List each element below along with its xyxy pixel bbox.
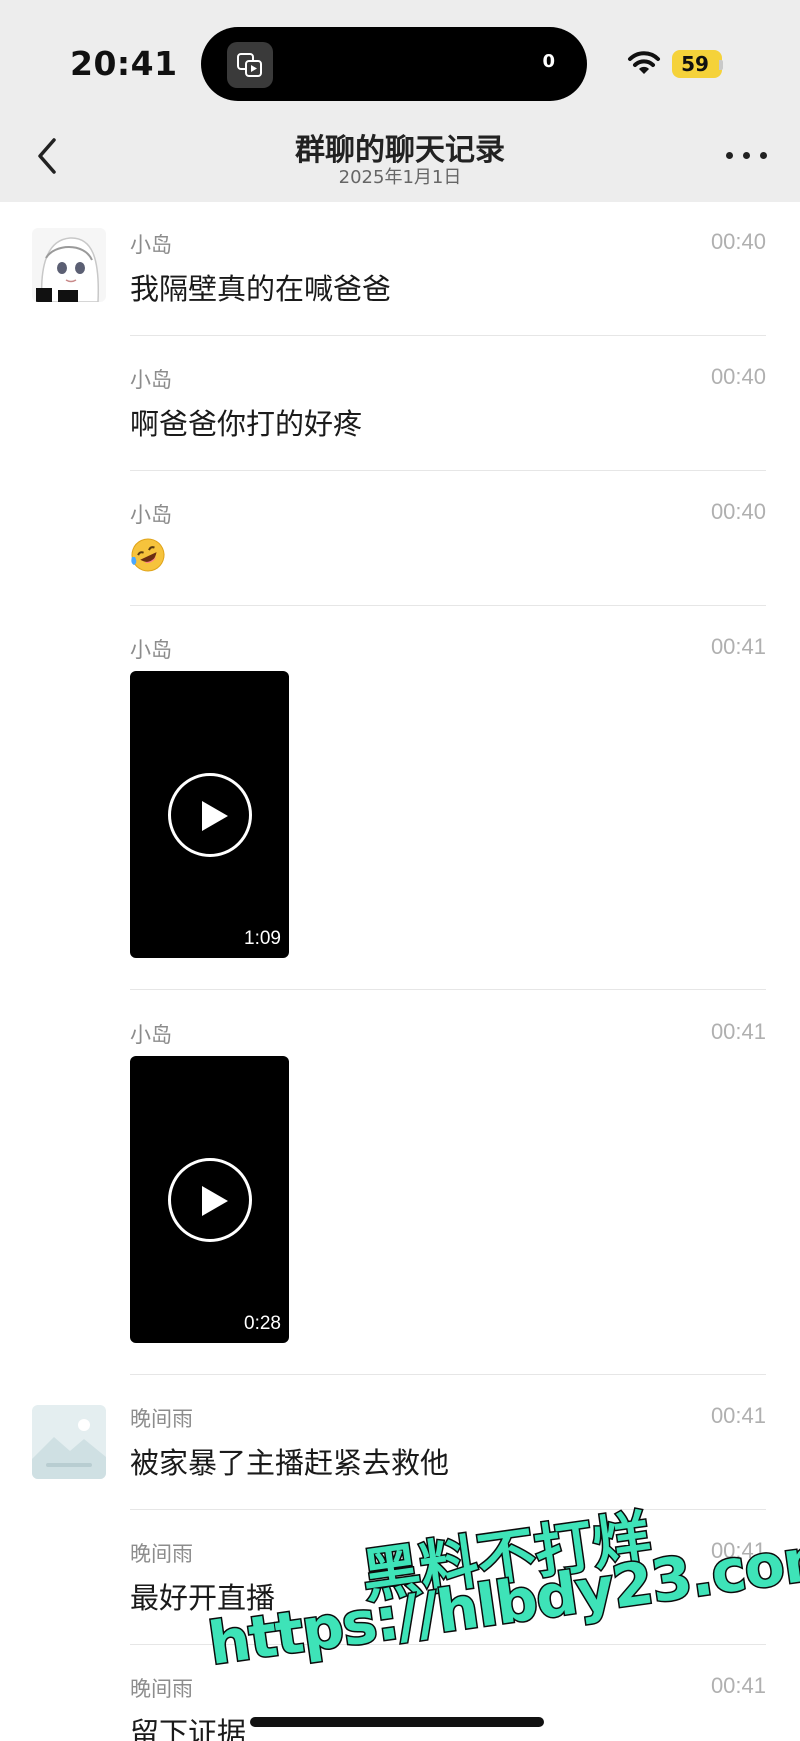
message-item[interactable]: 晚间雨 00:41 被家暴了主播赶紧去救他 <box>0 1375 800 1510</box>
message-time: 00:41 <box>710 634 766 659</box>
video-thumbnail[interactable]: 0:28 <box>130 1056 289 1343</box>
message-time: 00:40 <box>710 499 766 524</box>
message-text: 留下证据 <box>130 1716 247 1741</box>
sender-name: 晚间雨 <box>130 1677 193 1701</box>
battery-cap <box>719 60 723 70</box>
message-time: 00:41 <box>710 1019 766 1044</box>
message-item[interactable]: 小岛 00:40 啊爸爸你打的好疼 <box>0 336 800 471</box>
sender-name: 小岛 <box>130 368 172 392</box>
battery-icon: 59 <box>672 50 722 78</box>
battery-level: 59 <box>681 52 709 76</box>
back-icon[interactable] <box>30 134 64 178</box>
sender-name: 小岛 <box>130 1023 172 1047</box>
status-time: 20:41 <box>70 44 178 83</box>
avatar[interactable] <box>32 1405 106 1479</box>
video-duration: 1:09 <box>244 928 281 949</box>
sender-name: 小岛 <box>130 638 172 662</box>
island-counter: 0 <box>542 51 555 72</box>
message-item[interactable]: 小岛 00:40 <box>0 471 800 606</box>
screen-mirror-icon <box>227 42 273 88</box>
dynamic-island[interactable]: 0 <box>201 27 587 101</box>
avatar[interactable] <box>32 228 106 302</box>
message-item[interactable]: 小岛 00:41 0:28 <box>0 990 800 1375</box>
sender-name: 小岛 <box>130 233 172 257</box>
message-text: 我隔壁真的在喊爸爸 <box>130 272 392 306</box>
message-time: 00:40 <box>710 364 766 389</box>
laughing-crying-emoji-icon <box>131 538 165 572</box>
message-time: 00:41 <box>710 1673 766 1698</box>
play-icon[interactable] <box>168 1158 252 1242</box>
message-item[interactable]: 小岛 00:40 我隔壁真的在喊爸爸 <box>0 202 800 336</box>
play-icon[interactable] <box>168 773 252 857</box>
page-subtitle: 2025年1月1日 <box>338 167 462 188</box>
message-text: 被家暴了主播赶紧去救他 <box>130 1446 450 1480</box>
top-bar: 20:41 0 59 群聊的聊天记录 2025年1月1日 <box>0 0 800 202</box>
message-time: 00:40 <box>710 229 766 254</box>
video-duration: 0:28 <box>244 1313 281 1334</box>
home-indicator[interactable] <box>250 1717 544 1727</box>
message-text: 啊爸爸你打的好疼 <box>130 407 363 441</box>
sender-name: 晚间雨 <box>130 1542 193 1566</box>
wifi-icon <box>628 51 660 74</box>
message-item[interactable]: 小岛 00:41 1:09 <box>0 606 800 990</box>
message-time: 00:41 <box>710 1403 766 1428</box>
sender-name: 小岛 <box>130 503 172 527</box>
more-options-icon[interactable] <box>726 144 768 166</box>
sender-name: 晚间雨 <box>130 1407 193 1431</box>
video-thumbnail[interactable]: 1:09 <box>130 671 289 958</box>
